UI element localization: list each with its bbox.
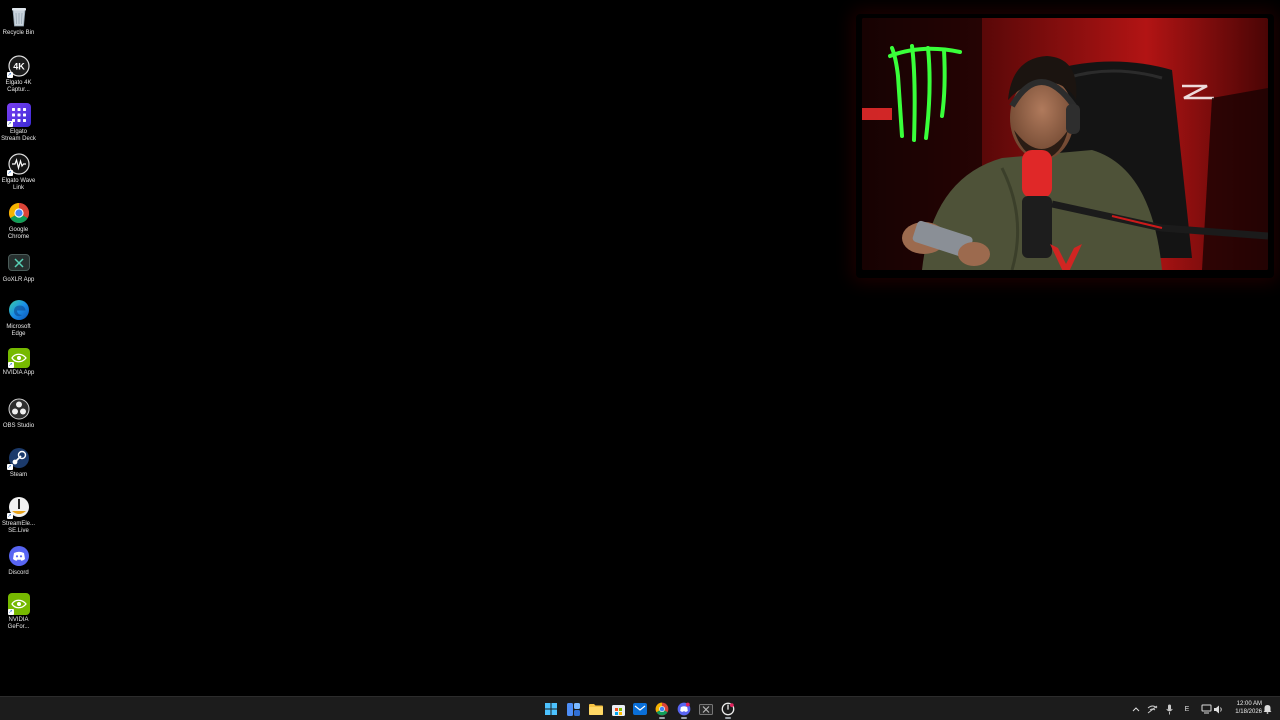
shortcut-arrow-icon: ↗ [6, 170, 13, 176]
desktop-icon-obs-studio[interactable]: OBS Studio [0, 397, 37, 430]
taskbar-outlook[interactable] [631, 700, 649, 718]
store-icon [611, 704, 625, 716]
desktop-icon-label: OBS Studio [2, 423, 35, 429]
notification-bell-icon[interactable] [1262, 703, 1272, 715]
elgato-4k-badge: 4K [13, 62, 25, 72]
shortcut-arrow-icon: ↗ [6, 121, 13, 127]
tray-overflow-chevron-icon[interactable] [1131, 703, 1141, 715]
desktop-icon-nvidia-app[interactable]: ↗ NVIDIA App [0, 348, 37, 377]
widgets-icon [566, 702, 580, 716]
desktop-icon-label: NVIDIA App [2, 370, 35, 376]
desktop-icon-steam[interactable]: ↗ Steam [0, 446, 37, 479]
desktop-icon-wave-link[interactable]: ↗ Elgato Wave Link [0, 152, 37, 193]
steam-icon: ↗ [6, 446, 31, 470]
recycle-bin-icon [7, 4, 31, 28]
chrome-icon [7, 201, 31, 225]
clock-date: 1/18/2026 [1235, 709, 1262, 715]
goxlr-icon [7, 254, 30, 271]
clock-time: 12:00 AM [1236, 701, 1262, 707]
desktop-icon-stream-deck[interactable]: ↗ Elgato Stream Deck [0, 103, 37, 144]
desktop-icon-label: Microsoft Edge [6, 324, 31, 338]
taskbar-discord[interactable] [675, 700, 693, 719]
taskbar-store[interactable] [609, 700, 627, 718]
shortcut-arrow-icon: ↗ [6, 464, 13, 470]
input-language-indicator[interactable]: E [1181, 703, 1193, 715]
desktop-icon-label: StreamEle... SE.Live [1, 521, 35, 535]
taskbar-chrome[interactable] [653, 700, 671, 719]
elgato-4k-icon: 4K ↗ [6, 54, 31, 78]
desktop-icon-google-chrome[interactable]: Google Chrome [0, 201, 37, 242]
stream-deck-icon: ↗ [6, 103, 31, 127]
shortcut-arrow-icon: ↗ [6, 72, 13, 78]
microphone-icon[interactable] [1163, 703, 1175, 715]
windows-icon [545, 703, 557, 715]
desktop-icon-streamelements[interactable]: ↗ StreamEle... SE.Live [0, 495, 37, 536]
system-clock[interactable]: 12:00 AM 1/18/2026 [1228, 700, 1262, 716]
volume-icon[interactable] [1212, 703, 1224, 715]
edge-icon [7, 298, 31, 322]
desktop-icon-nvidia-geforce[interactable]: ↗ NVIDIA GeFor... [0, 593, 37, 632]
desktop-icon-label: Elgato Wave Link [1, 178, 36, 192]
mail-icon [633, 703, 647, 715]
nvidia-icon: ↗ [7, 348, 30, 368]
desktop-icon-label: Discord [8, 570, 29, 576]
wave-link-icon: ↗ [6, 152, 31, 176]
streamelements-icon: ↗ [6, 495, 31, 519]
webcam-feed [862, 18, 1268, 270]
shortcut-arrow-icon: ↗ [7, 362, 14, 368]
webcam-overlay [862, 18, 1268, 270]
folder-icon [589, 704, 603, 715]
desktop-icon-label: NVIDIA GeFor... [7, 617, 30, 631]
desktop-icon-microsoft-edge[interactable]: Microsoft Edge [0, 298, 37, 339]
desktop-icon-goxlr[interactable]: GoXLR App [0, 252, 37, 284]
shortcut-arrow-icon: ↗ [7, 609, 14, 615]
start-button[interactable] [542, 700, 560, 718]
taskbar-streamelements[interactable] [719, 700, 737, 719]
chrome-icon [655, 702, 669, 716]
taskbar-file-explorer[interactable] [587, 700, 605, 718]
taskbar-widgets[interactable] [564, 700, 582, 718]
taskbar: E 12:00 AM 1/18/2026 [0, 696, 1280, 720]
discord-icon [677, 702, 691, 716]
network-icon[interactable] [1199, 703, 1213, 715]
shortcut-arrow-icon: ↗ [6, 513, 13, 519]
streamelements-icon [721, 702, 735, 716]
goxlr-icon [699, 703, 713, 715]
discord-icon [7, 544, 31, 568]
network-disconnected-icon[interactable] [1146, 703, 1158, 715]
taskbar-goxlr[interactable] [697, 700, 715, 718]
desktop-icon-label: Google Chrome [7, 227, 30, 241]
obs-icon [7, 397, 31, 421]
desktop-icon-label: Recycle Bin [2, 30, 35, 36]
desktop-icon-elgato-4k[interactable]: 4K ↗ Elgato 4K Captur... [0, 54, 37, 95]
desktop-icon-recycle-bin[interactable]: Recycle Bin [0, 4, 37, 37]
desktop-icon-label: GoXLR App [2, 277, 35, 283]
desktop-icon-label: Elgato 4K Captur... [5, 80, 32, 94]
desktop-icon-discord[interactable]: Discord [0, 544, 37, 577]
nvidia-geforce-icon: ↗ [7, 593, 30, 615]
desktop-icon-label: Elgato Stream Deck [1, 129, 36, 143]
desktop-icon-label: Steam [9, 472, 28, 478]
